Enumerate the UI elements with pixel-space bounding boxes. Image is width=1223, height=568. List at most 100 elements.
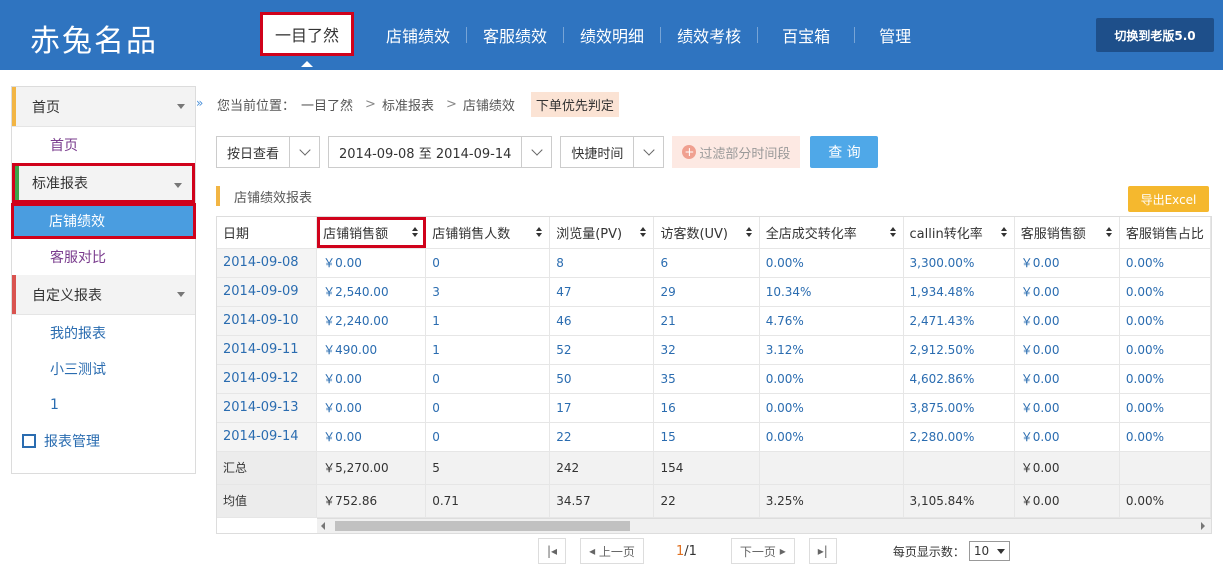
filter-periods-label: 过滤部分时间段 (699, 146, 791, 162)
date-cell[interactable]: 2014-09-09 (217, 277, 318, 307)
page-size-select[interactable]: 10 (968, 541, 1011, 561)
caret-down-icon (997, 548, 1006, 554)
date-range-select[interactable]: 2014-09-08 至 2014-09-14 (328, 136, 553, 168)
quick-time-select[interactable]: 快捷时间 (560, 136, 665, 168)
breadcrumb-item: 店铺绩效 (462, 99, 515, 114)
table-cell: 2,280.00% (903, 422, 1015, 452)
column-header-cs-share[interactable]: 客服销售占比 (1119, 217, 1211, 249)
table-cell: 46 (549, 306, 655, 336)
column-header-label: 全店成交转化率 (765, 226, 857, 242)
last-page-button[interactable]: ▸| (808, 538, 837, 564)
table-cell: 3,105.84% (903, 484, 1015, 518)
column-header-label: 客服销售额 (1020, 226, 1086, 242)
column-header-label: 访客数(UV) (660, 226, 729, 242)
table-cell: 3.25% (759, 484, 904, 518)
column-header-shop-sales[interactable]: 店铺销售额 (316, 217, 427, 249)
nav-tab-performance-review[interactable]: 绩效考核 (661, 0, 757, 70)
table-row: 2014-09-14 ￥0.00 0 22 15 0.00% 2,280.00% ￥0.00 0… (217, 422, 1211, 452)
scroll-right-icon[interactable] (1201, 522, 1205, 530)
filter-periods-button[interactable]: + 过滤部分时间段 (672, 136, 801, 168)
prev-page-button[interactable]: ◂ 上一页 (580, 538, 644, 564)
table-cell: 5 (425, 451, 551, 485)
sidebar-item-cs-compare[interactable]: 客服对比 (12, 239, 195, 275)
table-cell: 0.00% (1119, 364, 1211, 394)
nav-tab-shop-performance[interactable]: 店铺绩效 (370, 0, 466, 70)
sidebar-item-label: 报表管理 (44, 434, 100, 450)
switch-old-version-button[interactable]: 切换到老版5.0 (1096, 18, 1214, 52)
nav-tab-manage[interactable]: 管理 (855, 0, 935, 70)
table-cell: 1 (425, 306, 551, 336)
collapse-sidebar-icon[interactable]: » (196, 96, 203, 110)
scroll-left-icon[interactable] (321, 522, 325, 530)
order-priority-tag[interactable]: 下单优先判定 (530, 92, 619, 117)
table-summary-row: 均值 ￥752.86 0.71 34.57 22 3.25% 3,105.84% ￥0.00 0… (217, 484, 1211, 518)
date-cell[interactable]: 2014-09-12 (217, 364, 318, 394)
table-cell: 0.00% (1119, 335, 1211, 365)
table-cell: 3,300.00% (903, 248, 1015, 278)
sidebar-group-home[interactable]: 首页 (12, 87, 195, 127)
date-cell[interactable]: 2014-09-10 (217, 306, 318, 336)
sidebar-item-custom-report[interactable]: 小三测试 (12, 351, 195, 387)
nav-tab-toolbox[interactable]: 百宝箱 (758, 0, 854, 70)
first-page-button[interactable]: |◂ (538, 538, 567, 564)
next-page-label: 下一页 (739, 544, 776, 559)
table-cell: 2,471.43% (903, 306, 1015, 336)
date-cell[interactable]: 2014-09-08 (217, 248, 318, 278)
export-excel-button[interactable]: 导出Excel (1128, 186, 1209, 212)
sort-icon[interactable] (745, 227, 753, 238)
table-cell: 0.00% (1119, 393, 1211, 423)
sidebar-group-standard-reports[interactable]: 标准报表 (12, 163, 195, 203)
sidebar-item-my-reports[interactable]: 我的报表 (12, 315, 195, 351)
sort-icon[interactable] (536, 227, 543, 238)
nav-tab-cs-performance[interactable]: 客服绩效 (467, 0, 563, 70)
sidebar-item-custom-report[interactable]: 1 (12, 387, 195, 423)
group-accent-bar (12, 87, 16, 126)
column-header-label: 浏览量(PV) (556, 226, 623, 242)
table-cell: 34.57 (549, 484, 655, 518)
sidebar-item-home[interactable]: 首页 (12, 127, 195, 163)
table-cell: 1 (425, 335, 551, 365)
next-page-button[interactable]: 下一页 ▸ (730, 538, 795, 564)
pagination: |◂ ◂ 上一页 1/1 下一页 ▸ ▸| 每页显示数： 10 (538, 538, 1011, 564)
table-cell: ￥0.00 (316, 248, 427, 278)
group-accent-bar (15, 166, 19, 200)
column-header-label: 店铺销售额 (323, 226, 389, 242)
sort-icon[interactable] (1000, 227, 1008, 238)
sort-icon[interactable] (640, 227, 647, 238)
column-header-callin-conversion[interactable]: callin转化率 (903, 217, 1015, 249)
sidebar-item-report-manage[interactable]: 报表管理 (12, 423, 195, 459)
nav-tab-overview[interactable]: 一目了然 (260, 12, 355, 67)
column-header-pv[interactable]: 浏览量(PV) (549, 217, 655, 249)
sidebar-group-label: 自定义报表 (32, 287, 102, 304)
table-cell: 0.00% (1119, 484, 1211, 518)
breadcrumb-item[interactable]: 标准报表 (382, 95, 434, 114)
scrollbar-thumb[interactable] (335, 521, 630, 531)
nav-tab-performance-detail[interactable]: 绩效明细 (564, 0, 660, 70)
query-button[interactable]: 查 询 (810, 136, 879, 168)
table-cell: 0.00% (759, 364, 904, 394)
date-cell[interactable]: 2014-09-13 (217, 393, 318, 423)
app-logo[interactable]: 赤兔名品 (30, 16, 158, 60)
date-cell[interactable]: 2014-09-14 (217, 422, 318, 452)
sidebar-item-shop-performance[interactable]: 店铺绩效 (11, 203, 196, 239)
view-by-select[interactable]: 按日查看 (216, 136, 321, 168)
column-header-buyers[interactable]: 店铺销售人数 (425, 217, 551, 249)
breadcrumb-item[interactable]: 一目了然 (301, 95, 353, 114)
column-header-cs-sales[interactable]: 客服销售额 (1014, 217, 1120, 249)
sort-icon[interactable] (1105, 227, 1113, 238)
table-cell: ￥0.00 (316, 422, 427, 452)
select-value: 按日查看 (227, 146, 280, 162)
column-header-uv[interactable]: 访客数(UV) (653, 217, 760, 249)
horizontal-scrollbar[interactable] (317, 518, 1211, 533)
select-value: 2014-09-08 至 2014-09-14 (339, 146, 512, 162)
breadcrumb: 您当前位置： 一目了然 > 标准报表 > 店铺绩效 下单优先判定 (217, 92, 625, 117)
report-title: 店铺绩效报表 (216, 186, 312, 206)
sort-icon[interactable] (412, 227, 419, 238)
sort-icon[interactable] (889, 227, 897, 238)
page-size-value: 10 (973, 544, 990, 558)
date-cell[interactable]: 2014-09-11 (217, 335, 318, 365)
column-header-conversion[interactable]: 全店成交转化率 (759, 217, 904, 249)
sidebar-group-custom-reports[interactable]: 自定义报表 (12, 275, 195, 315)
edit-icon (22, 434, 36, 448)
select-value: 快捷时间 (571, 146, 624, 162)
